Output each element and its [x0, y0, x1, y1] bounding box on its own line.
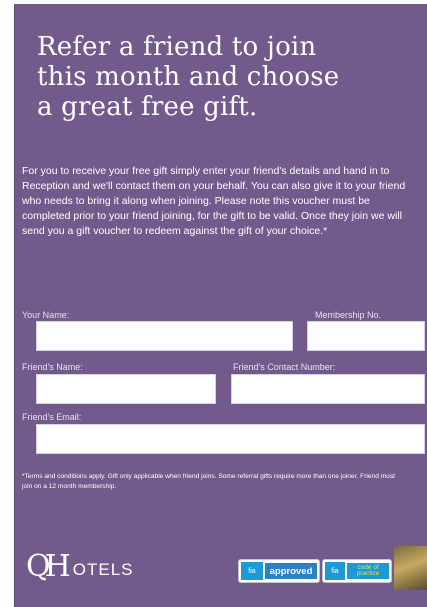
friend-name-label: Friend's Name:: [22, 362, 83, 372]
logo-word: OTELS: [72, 560, 134, 579]
friend-email-field[interactable]: [36, 424, 425, 454]
friend-contact-label: Friend's Contact Number:: [233, 362, 336, 372]
fia-code-of-practice-badge: fia code of practice: [322, 559, 392, 583]
your-name-label: Your Name:: [22, 310, 70, 320]
gift-photo: [394, 546, 427, 590]
friend-contact-field[interactable]: [231, 374, 425, 404]
headline-line-1: Refer a friend to join: [37, 32, 317, 62]
intro-text: For you to receive your free gift simply…: [22, 165, 406, 237]
terms-text: *Terms and conditions apply. Gift only a…: [22, 473, 395, 490]
friend-email-label: Friend's Email:: [22, 412, 82, 422]
membership-label: Membership No.: [315, 310, 382, 320]
code-of-practice-label: code of practice: [347, 563, 389, 579]
headline-line-2: this month and choose: [37, 62, 340, 92]
fia-icon: fia: [325, 562, 345, 580]
membership-field[interactable]: [307, 321, 425, 351]
referral-card: Refer a friend to join this month and ch…: [14, 4, 427, 607]
logo-mark: QH: [26, 549, 71, 584]
approved-label: approved: [265, 563, 317, 579]
your-name-field[interactable]: [36, 321, 293, 351]
qhotels-logo: QH OTELS: [26, 552, 134, 582]
friend-name-field[interactable]: [36, 374, 216, 404]
headline-line-3: a great free gift.: [37, 92, 258, 122]
fia-approved-badge: fia approved: [238, 559, 320, 583]
headline: Refer a friend to join this month and ch…: [37, 32, 417, 122]
fia-icon: fia: [241, 562, 263, 580]
code-line-2: practice: [356, 570, 380, 577]
